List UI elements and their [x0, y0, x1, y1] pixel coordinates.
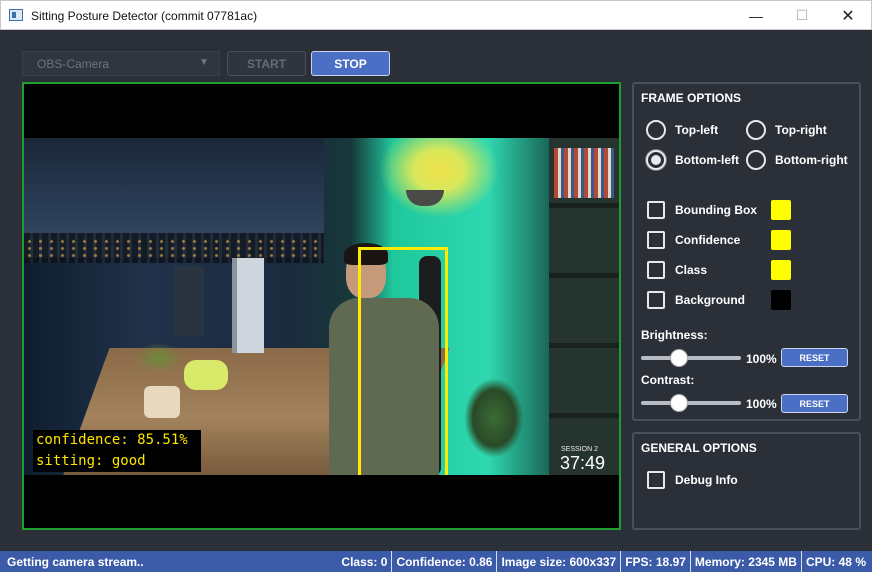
- contrast-slider-thumb[interactable]: [670, 394, 688, 412]
- laptop: [174, 266, 204, 336]
- frame-options-panel: FRAME OPTIONS Top-left Top-right Bottom-…: [632, 82, 861, 421]
- radio-bottom-right[interactable]: Bottom-right: [746, 150, 848, 170]
- checkbox-debug-info[interactable]: Debug Info: [647, 471, 738, 489]
- radio-label: Bottom-left: [675, 153, 739, 167]
- chevron-down-icon: ▼: [199, 57, 209, 68]
- humidifier: [184, 360, 228, 390]
- checkbox-label: Debug Info: [675, 473, 738, 487]
- session-timer: 37:49: [560, 453, 606, 473]
- radio-label: Top-left: [675, 123, 719, 137]
- status-bar: Getting camera stream.. Class: 0 Confide…: [0, 551, 872, 572]
- color-swatch-bounding-box[interactable]: [771, 200, 791, 220]
- radio-top-left[interactable]: Top-left: [646, 120, 718, 140]
- maximize-button[interactable]: ☐: [779, 1, 825, 30]
- color-swatch-class[interactable]: [771, 260, 791, 280]
- close-button[interactable]: ✕: [825, 1, 871, 30]
- status-fps: FPS: 18.97: [620, 551, 690, 572]
- checkbox-box: [647, 231, 665, 249]
- radio-top-right[interactable]: Top-right: [746, 120, 827, 140]
- status-image-size: Image size: 600x337: [496, 551, 620, 572]
- camera-select-value: OBS-Camera: [37, 57, 110, 71]
- books: [554, 148, 614, 198]
- monitor: [232, 258, 264, 353]
- window-title: Sitting Posture Detector (commit 07781ac…: [31, 9, 258, 23]
- brightness-slider[interactable]: [641, 349, 741, 367]
- title-bar: Sitting Posture Detector (commit 07781ac…: [0, 0, 872, 30]
- checkbox-box: [647, 261, 665, 279]
- checkbox-label: Confidence: [675, 233, 741, 247]
- general-options-panel: GENERAL OPTIONS Debug Info: [632, 432, 861, 530]
- stop-button[interactable]: STOP: [311, 51, 390, 76]
- camera-select[interactable]: OBS-Camera ▼: [22, 51, 220, 76]
- brightness-label: Brightness:: [641, 328, 708, 342]
- checkbox-label: Class: [675, 263, 708, 277]
- camera-image: SESSION 2 37:49: [24, 138, 619, 475]
- bounding-box: [358, 247, 448, 475]
- radio-circle: [646, 120, 666, 140]
- checkbox-background[interactable]: Background: [647, 291, 745, 309]
- video-preview: SESSION 2 37:49 confidence: 85.51% sitti…: [22, 82, 621, 530]
- radio-bottom-left[interactable]: Bottom-left: [646, 150, 739, 170]
- contrast-value: 100%: [746, 397, 777, 411]
- radio-circle: [746, 150, 766, 170]
- candle: [144, 386, 180, 418]
- radio-label: Top-right: [775, 123, 827, 137]
- radio-label: Bottom-right: [775, 153, 848, 167]
- color-swatch-background[interactable]: [771, 290, 791, 310]
- app-icon: [9, 9, 23, 21]
- desk-plant: [134, 343, 184, 373]
- radio-circle-selected: [646, 150, 666, 170]
- start-button[interactable]: START: [227, 51, 306, 76]
- checkbox-class[interactable]: Class: [647, 261, 707, 279]
- city-lights: [24, 238, 324, 258]
- status-cpu: CPU: 48 %: [800, 551, 870, 572]
- checkbox-confidence[interactable]: Confidence: [647, 231, 740, 249]
- checkbox-box: [647, 471, 665, 489]
- brightness-value: 100%: [746, 352, 777, 366]
- frame-options-title: FRAME OPTIONS: [641, 91, 742, 105]
- checkbox-bounding-box[interactable]: Bounding Box: [647, 201, 757, 219]
- brightness-slider-thumb[interactable]: [670, 349, 688, 367]
- checkbox-box: [647, 291, 665, 309]
- checkbox-box: [647, 201, 665, 219]
- checkbox-label: Background: [675, 293, 746, 307]
- status-confidence: Confidence: 0.86: [391, 551, 496, 572]
- overlay-class: sitting: good: [36, 453, 146, 469]
- contrast-label: Contrast:: [641, 373, 695, 387]
- overlay-confidence: confidence: 85.51%: [36, 432, 188, 448]
- checkbox-label: Bounding Box: [675, 203, 757, 217]
- color-swatch-confidence[interactable]: [771, 230, 791, 250]
- brightness-reset-button[interactable]: RESET: [781, 348, 848, 367]
- general-options-title: GENERAL OPTIONS: [641, 441, 757, 455]
- lamp-glow: [379, 138, 499, 218]
- minimize-button[interactable]: —: [733, 1, 779, 30]
- status-message: Getting camera stream..: [7, 555, 144, 569]
- status-class: Class: 0: [341, 555, 388, 569]
- status-fields: Class: 0 Confidence: 0.86 Image size: 60…: [337, 551, 870, 572]
- session-label: SESSION 2: [561, 446, 598, 453]
- detection-overlay: confidence: 85.51% sitting: good: [33, 430, 201, 472]
- contrast-slider[interactable]: [641, 394, 741, 412]
- status-memory: Memory: 2345 MB: [689, 551, 801, 572]
- floor-plant: [464, 378, 524, 458]
- radio-circle: [746, 120, 766, 140]
- contrast-reset-button[interactable]: RESET: [781, 394, 848, 413]
